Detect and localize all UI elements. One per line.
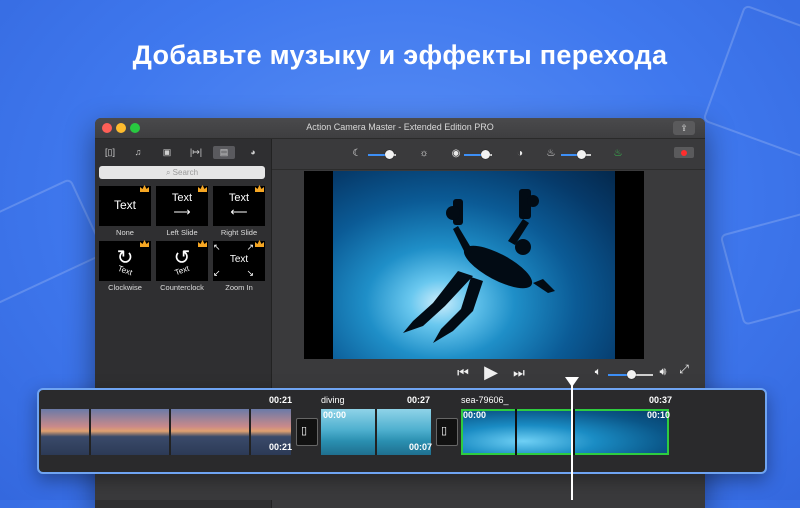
contrast-low-icon: ◉ bbox=[451, 148, 461, 159]
window-bottom bbox=[95, 472, 705, 500]
play-button[interactable]: ▶ bbox=[482, 362, 500, 383]
title-bar: Action Camera Master - Extended Edition … bbox=[95, 118, 705, 139]
music-icon: ♫ bbox=[134, 147, 142, 157]
diver-silhouette bbox=[403, 189, 555, 343]
window-title: Action Camera Master - Extended Edition … bbox=[306, 122, 494, 132]
search-placeholder: Search bbox=[172, 168, 199, 177]
film-strip-decoration bbox=[719, 208, 800, 326]
saturation-low-icon: ♨ bbox=[546, 148, 556, 159]
effect-label: Right Slide bbox=[220, 228, 258, 237]
frame-divider bbox=[89, 409, 91, 455]
video-frame bbox=[333, 171, 615, 359]
transition-icon: ▯ bbox=[301, 425, 308, 437]
timeline[interactable]: 00:21 diving 00:27 sea-79606_ 00:37 00:2… bbox=[37, 388, 767, 474]
video-preview[interactable] bbox=[304, 171, 644, 359]
filter-icon: ◕ bbox=[250, 147, 256, 157]
mute-icon[interactable]: 🔈︎ bbox=[591, 366, 605, 379]
tab-text-effects[interactable]: ▤ bbox=[213, 146, 235, 159]
playback-controls: ⏮ ▶ ⏭ 🔈︎ 🔊︎ ⤢ bbox=[272, 362, 705, 384]
effect-left-slide[interactable]: Text ⟶ bbox=[156, 186, 208, 226]
effect-label: Left Slide bbox=[166, 228, 198, 237]
effect-thumb-text: Text bbox=[228, 192, 250, 204]
zoom-arrows-bottom-icon: ↙↘ bbox=[213, 268, 281, 278]
clip-bottom-time: 00:21 bbox=[269, 442, 293, 452]
frame-divider bbox=[249, 409, 251, 455]
effect-thumb-text: Text bbox=[229, 254, 249, 265]
effect-clockwise[interactable]: ↻ Text bbox=[99, 241, 151, 281]
share-button[interactable]: ⇪ bbox=[673, 121, 695, 135]
crown-icon bbox=[255, 185, 264, 192]
brightness-slider-knob[interactable] bbox=[385, 150, 394, 159]
film-icon: [▯] bbox=[105, 147, 115, 157]
tab-film[interactable]: [▯] bbox=[99, 146, 121, 159]
search-icon: ⌕ bbox=[165, 168, 171, 177]
volume-max-icon[interactable]: 🔊︎ bbox=[656, 366, 670, 379]
skip-forward-button[interactable]: ⏭ bbox=[512, 365, 526, 381]
clip-bottom-time: 00:07 bbox=[409, 442, 433, 452]
frame-divider bbox=[515, 409, 517, 455]
text-effects-icon: ▤ bbox=[219, 147, 229, 157]
clip-bottom-time: 00:10 bbox=[647, 410, 671, 420]
contrast-high-icon: ◑ bbox=[516, 148, 524, 159]
skip-back-button[interactable]: ⏮ bbox=[456, 365, 470, 381]
frame-divider bbox=[573, 409, 575, 455]
tab-photo[interactable]: ▣ bbox=[156, 146, 178, 159]
search-input[interactable]: ⌕ Search bbox=[99, 166, 265, 179]
fullscreen-button[interactable]: ⤢ bbox=[677, 362, 691, 377]
tab-transition[interactable]: |↦| bbox=[185, 146, 207, 159]
share-icon: ⇪ bbox=[680, 123, 688, 133]
clip-name: sea-79606_ bbox=[461, 395, 509, 405]
film-strip-decoration bbox=[702, 4, 800, 160]
contrast-slider-knob[interactable] bbox=[481, 150, 490, 159]
crown-icon bbox=[140, 185, 149, 192]
saturation-high-icon: ♨ bbox=[613, 148, 623, 159]
saturation-slider-knob[interactable] bbox=[577, 150, 586, 159]
record-button[interactable] bbox=[674, 147, 694, 158]
frame-divider bbox=[375, 409, 377, 455]
photo-icon: ▣ bbox=[162, 147, 172, 157]
volume-slider-knob[interactable] bbox=[627, 370, 636, 379]
clip-end-time: 00:27 bbox=[407, 395, 431, 405]
effect-label: Clockwise bbox=[108, 283, 142, 292]
crown-icon bbox=[198, 185, 207, 192]
clip-end-time: 00:37 bbox=[649, 395, 673, 405]
effect-counterclock[interactable]: ↺ Text bbox=[156, 241, 208, 281]
frame-divider bbox=[169, 409, 171, 455]
timeline-clip-sea[interactable] bbox=[461, 409, 669, 455]
sun-icon: ☼ bbox=[419, 148, 429, 159]
tab-music[interactable]: ♫ bbox=[127, 146, 149, 159]
playhead-handle[interactable] bbox=[565, 377, 579, 387]
effect-label: None bbox=[116, 228, 134, 237]
effect-label: Counterclock bbox=[160, 283, 204, 292]
crown-icon bbox=[198, 240, 207, 247]
effect-label: Zoom In bbox=[225, 283, 253, 292]
clip-end-time: 00:21 bbox=[269, 395, 293, 405]
effect-thumb-text: Text bbox=[171, 192, 193, 204]
transition-slot[interactable]: ▯ bbox=[296, 418, 318, 446]
effect-thumb-text: Text bbox=[113, 198, 136, 212]
arrow-right-icon: ⟶ bbox=[173, 205, 191, 219]
crown-icon bbox=[255, 240, 264, 247]
sidebar-tabs: [▯] ♫ ▣ |↦| ▤ ◕ bbox=[95, 139, 271, 167]
clip-start-time: 00:00 bbox=[463, 410, 487, 420]
tab-filter[interactable]: ◕ bbox=[242, 146, 264, 159]
transition-icon: |↦| bbox=[189, 147, 203, 157]
moon-icon: ☾ bbox=[352, 148, 362, 159]
page-headline: Добавьте музыку и эффекты перехода bbox=[132, 40, 668, 70]
clip-start-time: 00:00 bbox=[323, 410, 347, 420]
transition-icon: ▯ bbox=[441, 425, 448, 437]
adjustment-toolbar: ☾ ☼ ◉ ◑ ♨ ♨ bbox=[272, 139, 705, 170]
effect-zoom-in[interactable]: ↖↗ Text ↙↘ bbox=[213, 241, 265, 281]
timeline-clip-sunset[interactable] bbox=[41, 409, 291, 455]
arrow-left-icon: ⟵ bbox=[230, 205, 248, 219]
playhead-line[interactable] bbox=[571, 384, 573, 500]
film-strip-decoration bbox=[0, 177, 106, 307]
clip-name: diving bbox=[321, 395, 345, 405]
effect-right-slide[interactable]: Text ⟵ bbox=[213, 186, 265, 226]
crown-icon bbox=[140, 240, 149, 247]
effect-none[interactable]: Text bbox=[99, 186, 151, 226]
transition-slot[interactable]: ▯ bbox=[436, 418, 458, 446]
